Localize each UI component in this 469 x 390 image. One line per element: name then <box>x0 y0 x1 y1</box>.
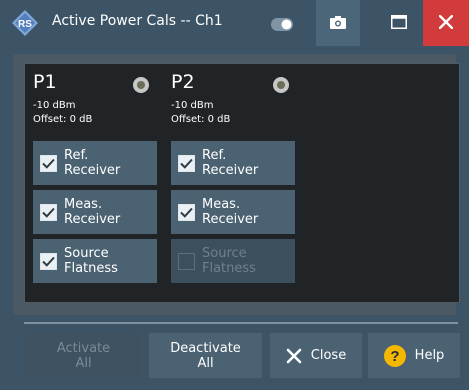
checkbox-checked-icon <box>178 154 195 172</box>
cal-label-line-1: Source <box>202 246 247 261</box>
cal-label-line-1: Ref. <box>202 148 227 163</box>
close-button[interactable]: Close <box>270 333 362 378</box>
ports-panel: P1 -10 dBm Offset: 0 dB Ref. Receiver Me… <box>24 63 460 303</box>
checkbox-checked-icon <box>40 252 57 270</box>
deactivate-label-line-1: Deactivate <box>170 340 241 356</box>
cal-label-line-1: Source <box>64 246 109 261</box>
p2-ref-receiver-toggle[interactable]: Ref. Receiver <box>171 141 295 185</box>
window-title: Active Power Cals -- Ch1 <box>52 13 223 29</box>
port-status-icon <box>273 77 289 93</box>
maximize-button[interactable] <box>377 0 421 46</box>
help-icon: ? <box>383 344 406 367</box>
cal-label-line-2: Receiver <box>64 163 121 178</box>
port-offset: Offset: 0 dB <box>171 114 231 125</box>
divider <box>24 322 458 324</box>
close-button-label: Close <box>310 348 347 363</box>
logo-icon: RS <box>11 9 39 37</box>
port-offset: Offset: 0 dB <box>33 114 93 125</box>
cal-label-line-1: Ref. <box>64 148 89 163</box>
port-level: -10 dBm <box>171 100 214 111</box>
port-status-icon <box>133 77 149 93</box>
activate-label-line-2: All <box>75 355 92 371</box>
p1-source-flatness-toggle[interactable]: Source Flatness <box>33 239 157 283</box>
cal-label-line-2: Flatness <box>202 261 256 276</box>
checkbox-unchecked-icon <box>178 252 195 270</box>
port-level: -10 dBm <box>33 100 76 111</box>
p1-ref-receiver-toggle[interactable]: Ref. Receiver <box>33 141 157 185</box>
deactivate-label-line-2: All <box>197 355 214 371</box>
cal-label-line-2: Receiver <box>64 212 121 227</box>
p2-source-flatness-toggle: Source Flatness <box>171 239 295 283</box>
port-title: P2 <box>171 71 195 93</box>
close-x-icon <box>286 348 302 364</box>
checkbox-checked-icon <box>40 154 57 172</box>
screenshot-button[interactable] <box>316 0 360 46</box>
cal-label-line-2: Flatness <box>64 261 118 276</box>
cal-label-line-1: Meas. <box>64 197 103 212</box>
cal-label-line-2: Receiver <box>202 163 259 178</box>
toggle-icon[interactable] <box>271 16 293 31</box>
p2-meas-receiver-toggle[interactable]: Meas. Receiver <box>171 190 295 234</box>
close-window-button[interactable] <box>423 0 469 46</box>
checkbox-checked-icon <box>178 203 195 221</box>
svg-text:?: ? <box>390 348 399 365</box>
checkbox-checked-icon <box>40 203 57 221</box>
help-button-label: Help <box>414 348 445 363</box>
activate-all-button: Activate All <box>27 333 140 378</box>
maximize-icon <box>391 14 407 33</box>
deactivate-all-button[interactable]: Deactivate All <box>149 333 262 378</box>
cal-label-line-1: Meas. <box>202 197 241 212</box>
svg-text:RS: RS <box>18 19 32 30</box>
cal-label-line-2: Receiver <box>202 212 259 227</box>
close-icon <box>438 14 454 33</box>
activate-label-line-1: Activate <box>56 340 111 356</box>
help-button[interactable]: ? Help <box>368 333 460 378</box>
title-bar: RS Active Power Cals -- Ch1 <box>0 0 469 46</box>
port-title: P1 <box>33 71 57 93</box>
camera-icon <box>330 14 346 33</box>
p1-meas-receiver-toggle[interactable]: Meas. Receiver <box>33 190 157 234</box>
